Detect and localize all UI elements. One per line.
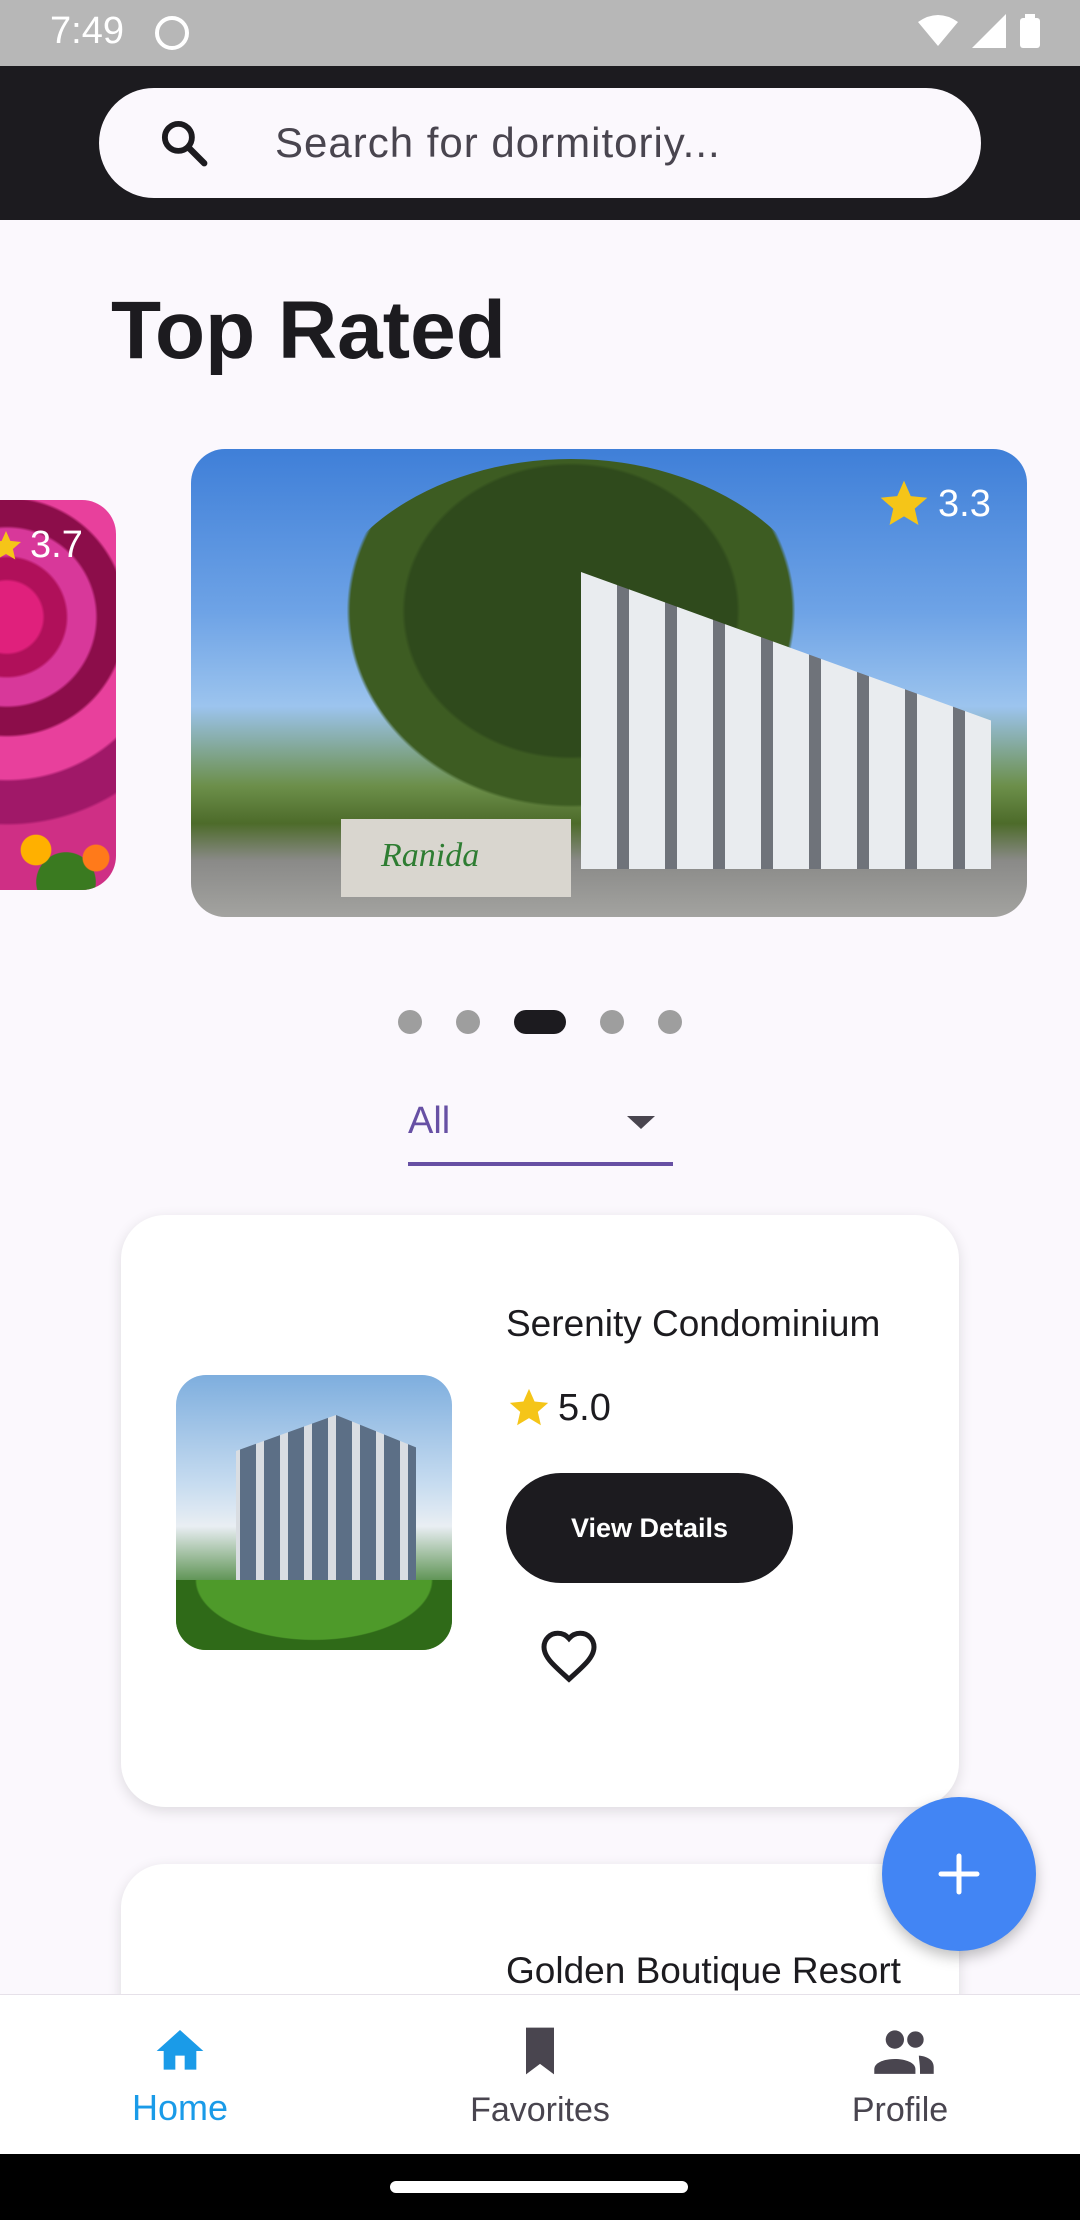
- carousel-indicator: [0, 1010, 1080, 1034]
- people-icon: [874, 2030, 934, 2074]
- search-bar[interactable]: [99, 88, 981, 198]
- home-icon: [156, 2030, 204, 2070]
- star-icon: [880, 480, 928, 525]
- carousel-dot-active[interactable]: [514, 1010, 566, 1034]
- star-icon: [509, 1388, 549, 1426]
- nav-item-profile[interactable]: Profile: [720, 1995, 1080, 2155]
- plus-icon: [938, 1853, 980, 1895]
- category-dropdown[interactable]: All: [408, 1094, 673, 1166]
- card-image: [0, 810, 116, 890]
- dormitory-rating: 5.0: [506, 1385, 611, 1431]
- status-time: 7:49: [50, 10, 124, 52]
- thumbnail-hedge: [176, 1580, 452, 1650]
- sign-lettering: Ranida: [381, 837, 480, 874]
- rating-value: 3.7: [30, 524, 83, 566]
- card-image-sign: Ranida: [341, 819, 571, 897]
- nav-item-favorites[interactable]: Favorites: [360, 1995, 720, 2155]
- dropdown-selected-value: All: [408, 1100, 451, 1142]
- nav-item-home[interactable]: Home: [0, 1995, 360, 2155]
- carousel-dot[interactable]: [398, 1010, 422, 1034]
- nav-label: Favorites: [470, 2091, 610, 2129]
- carousel-dot[interactable]: [456, 1010, 480, 1034]
- heart-icon[interactable]: [539, 1628, 599, 1688]
- dormitory-card[interactable]: Serenity Condominium 5.0 View Details: [121, 1215, 959, 1807]
- app-header: [0, 66, 1080, 220]
- dormitory-name: Serenity Condominium: [506, 1303, 881, 1344]
- add-button[interactable]: [882, 1797, 1036, 1951]
- carousel-dot[interactable]: [658, 1010, 682, 1034]
- search-icon[interactable]: [157, 116, 211, 170]
- view-details-button[interactable]: View Details: [506, 1473, 793, 1583]
- thumbnail-building: [236, 1415, 416, 1595]
- nav-label: Home: [131, 2087, 229, 2128]
- dormitory-name: Golden Boutique Resort: [506, 1950, 901, 1991]
- rating-value: 3.3: [938, 482, 991, 525]
- search-input[interactable]: [275, 88, 935, 198]
- status-icons: [918, 14, 1040, 48]
- carousel-rating: 3.3: [876, 476, 991, 532]
- bottom-navigation: Home Favorites Profile: [0, 1994, 1080, 2154]
- page-title: Top Rated: [111, 285, 506, 376]
- nav-label: Profile: [851, 2091, 949, 2129]
- bookmark-icon: [526, 2027, 554, 2075]
- dropdown-arrow-icon: [627, 1116, 655, 1129]
- home-gesture-handle[interactable]: [390, 2181, 688, 2193]
- rating-value: 5.0: [558, 1386, 611, 1429]
- status-bar: 7:49: [0, 0, 1080, 66]
- app-notification-icon: [155, 16, 189, 50]
- carousel-rating: 3.7: [0, 524, 83, 567]
- carousel-dot[interactable]: [600, 1010, 624, 1034]
- star-icon: [0, 530, 21, 559]
- signal-icon: [972, 14, 1006, 48]
- battery-icon: [1020, 14, 1040, 48]
- system-navigation-bar: [0, 2154, 1080, 2220]
- dormitory-thumbnail: [176, 1375, 452, 1650]
- wifi-icon: [918, 15, 958, 46]
